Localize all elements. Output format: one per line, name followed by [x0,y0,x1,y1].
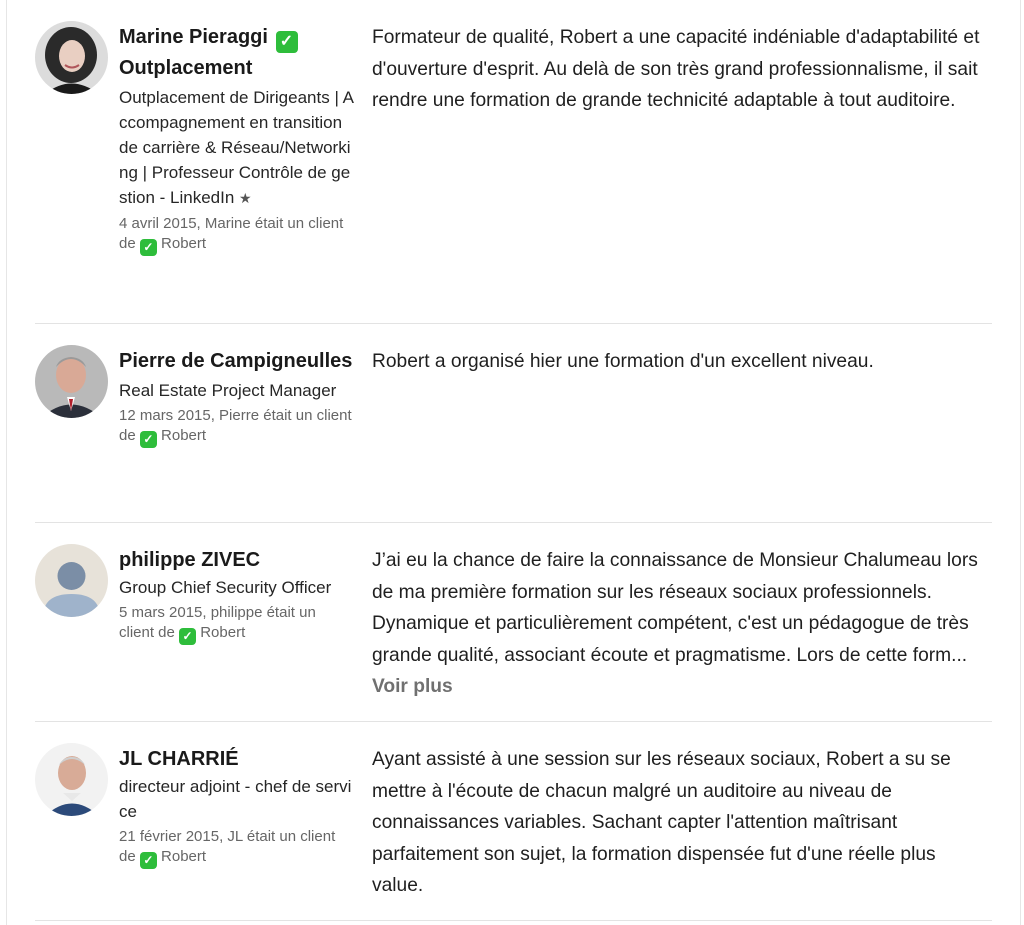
recommender-info: philippe ZIVEC Group Chief Security Offi… [119,545,354,645]
recommender-name[interactable]: philippe ZIVEC [119,545,354,576]
recommendation-meta: 21 février 2015, JL était un client de ✓… [119,827,354,869]
recommender-headline: Group Chief Security Officer [119,578,332,597]
meta-name: Robert [161,427,207,444]
recommendation-item: philippe ZIVEC Group Chief Security Offi… [35,523,992,722]
avatar[interactable] [35,743,108,816]
recommendation-text: Formateur de qualité, Robert a une capac… [372,22,987,117]
avatar[interactable] [35,544,108,617]
recommender-headline: directeur adjoint - chef de service [119,777,352,821]
recommendation-meta: 12 mars 2015, Pierre était un client de … [119,406,354,448]
check-box-icon: ✓ [139,239,157,256]
meta-name: Robert [161,848,207,865]
recommendations-list: Marine Pieraggi ✓ Outplacement Outplacem… [35,0,992,921]
meta-name: Robert [200,624,246,641]
recommender-info: Marine Pieraggi ✓ Outplacement Outplacem… [119,22,354,256]
recommender-info: Pierre de Campigneulles Real Estate Proj… [119,346,354,448]
recommendation-meta: 4 avril 2015, Marine était un client de … [119,214,354,256]
recommendation-body: Robert a organisé hier une formation d'u… [372,351,874,372]
recommender-headline: Outplacement de Dirigeants | Accompagnem… [119,85,354,211]
recommendation-item: JL CHARRIÉ directeur adjoint - chef de s… [35,722,992,921]
star-icon: ★ [239,190,252,206]
see-more-link[interactable]: Voir plus [372,676,453,697]
recommendation-item: Pierre de Campigneulles Real Estate Proj… [35,324,992,523]
check-box-icon: ✓ [139,431,157,448]
check-box-icon: ✓ [275,31,298,53]
recommendation-text: J’ai eu la chance de faire la connaissan… [372,545,987,703]
avatar[interactable] [35,21,108,94]
recommendation-text: Ayant assisté à une session sur les rése… [372,744,987,902]
name-suffix: Outplacement [119,57,253,79]
frame-right-border [1020,0,1021,925]
recommendation-text: Robert a organisé hier une formation d'u… [372,346,987,378]
recommendation-body: Formateur de qualité, Robert a une capac… [372,27,980,111]
check-box-icon: ✓ [179,628,197,645]
frame-left-border [6,0,7,925]
avatar[interactable] [35,345,108,418]
recommendation-body: J’ai eu la chance de faire la connaissan… [372,550,978,666]
name-text[interactable]: Marine Pieraggi [119,26,268,48]
recommendation-body: Ayant assisté à une session sur les rése… [372,749,951,896]
check-box-icon: ✓ [139,852,157,869]
recommendation-item: Marine Pieraggi ✓ Outplacement Outplacem… [35,0,992,324]
headline-text: Outplacement de Dirigeants | Accompagnem… [119,88,354,207]
recommender-name[interactable]: JL CHARRIÉ [119,744,354,775]
recommender-info: JL CHARRIÉ directeur adjoint - chef de s… [119,744,354,869]
recommender-name[interactable]: Pierre de Campigneulles [119,346,354,377]
recommendation-meta: 5 mars 2015, philippe était un client de… [119,603,354,645]
recommender-headline: Real Estate Project Manager [119,381,337,400]
recommender-name[interactable]: Marine Pieraggi ✓ Outplacement [119,22,354,84]
meta-name: Robert [161,235,207,252]
